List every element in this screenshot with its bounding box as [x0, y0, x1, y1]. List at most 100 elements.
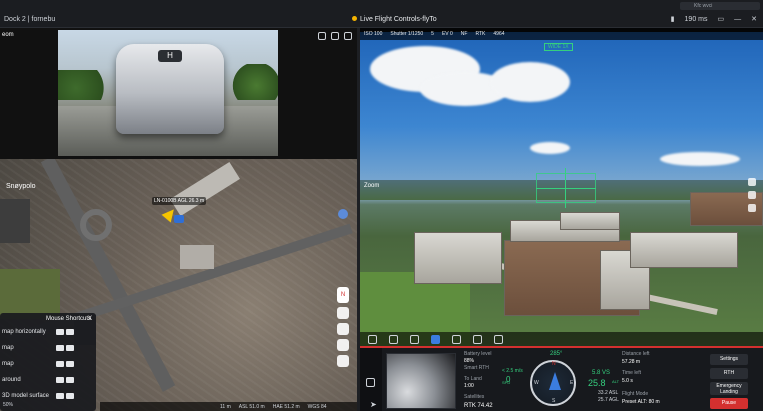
satellites-label: Satellites [464, 394, 485, 400]
altitude-value: 25.8 [588, 378, 606, 388]
emergency-landing-button[interactable]: Emergency Landing [710, 382, 748, 395]
fpv-toggle-icon[interactable] [366, 378, 375, 387]
up-arrow-icon[interactable] [494, 334, 503, 344]
compass-n: N [552, 361, 556, 367]
shortcut-keys [56, 345, 74, 351]
zoom-out-button[interactable] [337, 355, 349, 367]
altitude-label: ALT [612, 379, 620, 384]
zoom-label[interactable]: Zoom [364, 183, 379, 189]
mouse-icon [56, 361, 64, 367]
compass-icon: N S E W [530, 360, 576, 406]
lens-mode-label[interactable]: WIDE 1X [544, 43, 573, 51]
mouse-icon [56, 345, 64, 351]
distance-left-value: 57.28 m [622, 359, 641, 365]
expand-icon[interactable] [344, 32, 352, 40]
shortcut-row: around [2, 377, 21, 383]
close-icon[interactable]: ✕ [751, 15, 757, 23]
mouse-icon [56, 329, 64, 335]
shortcut-row: 3D model surface [2, 393, 50, 399]
titlebar-right: ▮ 190 ms ▭ — ✕ [670, 15, 757, 24]
record-icon[interactable] [748, 191, 756, 199]
shortcut-row: map [2, 345, 14, 351]
map-zoom-text: 50% [3, 402, 14, 408]
map-side-controls: N [337, 287, 349, 367]
dock-station: H [116, 44, 224, 134]
minimize-icon[interactable]: — [734, 16, 741, 23]
drone-id-text: LN-0100B [154, 198, 177, 204]
flight-title-text: Live Flight Controls-flyTo [360, 16, 437, 23]
crop-icon[interactable] [410, 334, 419, 344]
shortcuts-close-icon[interactable]: X [88, 316, 92, 322]
cloud [660, 152, 740, 166]
flight-title: Live Flight Controls-flyTo [352, 16, 437, 23]
to-land-value-text: 1:00 [464, 383, 474, 389]
signal-icon: ▮ [670, 16, 675, 23]
compass-north-icon[interactable] [338, 209, 348, 219]
rth-button[interactable]: RTH [710, 368, 748, 379]
dock-title: Dock 2 | fornebu [4, 16, 56, 23]
latency-text: 190 ms [684, 15, 708, 23]
cloud [490, 62, 570, 102]
right-panel: ISO 100 Shutter 1/1250 5 EV 0 NF RTK 496… [360, 28, 763, 411]
fullscreen-icon[interactable] [431, 334, 440, 344]
battery-label: Battery level [464, 351, 492, 357]
compass-w: W [534, 380, 539, 386]
compass-s: S [552, 398, 556, 404]
dock-camera-view[interactable]: H [58, 30, 278, 156]
trees-left [58, 70, 118, 100]
fpv-thumbnail[interactable] [386, 353, 456, 409]
vertical-speed: 5.8 VS [592, 370, 611, 376]
north-button[interactable]: N [337, 287, 349, 303]
building [414, 232, 502, 284]
grid-icon[interactable] [389, 334, 398, 344]
locate-button[interactable] [337, 323, 349, 335]
rtk-text: RTK [475, 31, 486, 37]
record-icon[interactable] [318, 32, 326, 40]
map-building [170, 161, 240, 217]
cloud [530, 142, 570, 154]
to-land-value: 1:00 [464, 383, 474, 389]
key-icon [66, 393, 74, 399]
pause-button[interactable]: Pause [710, 398, 748, 409]
settings-icon[interactable] [748, 204, 756, 212]
battery-value-text: 88% [464, 358, 475, 364]
mouse-icon [56, 377, 64, 383]
camera-toolbar [360, 332, 763, 346]
shortcut-keys [56, 377, 74, 383]
cursor-arrow-icon: ➤ [370, 400, 377, 409]
drone-id-label: LN-0100B AGL 26.3 m [152, 197, 207, 205]
smart-rth-label: Smart RTH [464, 365, 489, 371]
key-icon [66, 361, 74, 367]
key-icon [66, 345, 74, 351]
reticle-vertical [565, 168, 566, 208]
left-panel: eom H Snøypolo LN-0100B AGL 26.3 m N Mou… [0, 28, 357, 411]
telemetry-panel: ➤ Battery level 88% Smart RTH To Land 1:… [360, 348, 763, 411]
snapshot-icon[interactable] [331, 32, 339, 40]
dock-marker-icon[interactable] [174, 215, 184, 223]
reticle-horizontal [536, 188, 596, 189]
camera-icon[interactable] [368, 334, 377, 344]
map-status-bar: 11 m ASL 51.0 m HAE 51.2 m WGS 84 [100, 402, 357, 411]
window-titlebar: Kfc wvci Dock 2 | fornebu Live Flight Co… [0, 0, 763, 28]
zoom-in-button[interactable] [337, 339, 349, 351]
heading-value: 285° [550, 351, 563, 357]
battery-value: 88% [464, 358, 474, 364]
building [630, 232, 738, 268]
horizontal-speed: < 2.5 m/s [502, 368, 523, 374]
focus-text: NF [460, 31, 468, 37]
target-icon[interactable] [452, 334, 461, 344]
dock-camera-controls [318, 32, 352, 40]
ruler-icon[interactable] [473, 334, 482, 344]
capture-icon[interactable] [748, 178, 756, 186]
battery-icon: ▭ [717, 16, 725, 23]
time-left-label: Time left [622, 370, 641, 376]
layers-button[interactable] [337, 307, 349, 319]
map-park [0, 269, 60, 319]
trees-right [224, 64, 278, 100]
shortcut-row: map horizontally [2, 329, 46, 335]
settings-button[interactable]: Settings [710, 354, 748, 365]
building [560, 212, 620, 230]
top-strip: Kfc wvci [680, 2, 760, 10]
drone-agl-text: AGL 26.3 m [177, 198, 205, 204]
mouse-icon [56, 393, 64, 399]
